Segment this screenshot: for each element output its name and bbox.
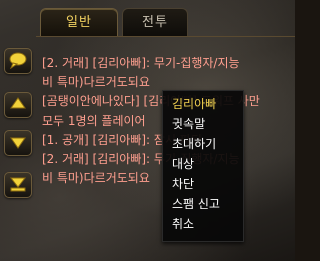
scroll-up-button[interactable] bbox=[4, 92, 32, 118]
menu-item-ignore[interactable]: 차단 bbox=[172, 175, 194, 193]
menu-item-report-spam[interactable]: 스팸 신고 bbox=[172, 195, 220, 213]
tab-combat[interactable]: 전투 bbox=[122, 8, 188, 37]
menu-item-cancel[interactable]: 취소 bbox=[172, 215, 194, 233]
arrow-up-icon bbox=[10, 97, 26, 109]
scroll-down-button[interactable] bbox=[4, 130, 32, 156]
arrow-bottom-icon bbox=[9, 177, 27, 192]
scroll-bottom-button[interactable] bbox=[4, 172, 32, 198]
menu-item-target[interactable]: 대상 bbox=[172, 155, 194, 173]
player-context-menu: 김리아빠 귓속말 초대하기 대상 차단 스팸 신고 취소 bbox=[162, 90, 244, 242]
chat-line[interactable]: [2. 거래] [김리아빠]: 무기-집행자/지능 bbox=[42, 54, 295, 73]
chat-menu-button[interactable] bbox=[4, 48, 32, 74]
menu-item-invite[interactable]: 초대하기 bbox=[172, 135, 216, 153]
tab-divider bbox=[36, 36, 295, 37]
chat-frame: 일반 전투 [2. 거래] [김리아빠]: 무기-집행자/지능 비 특마)다르거… bbox=[0, 0, 295, 261]
context-menu-title: 김리아빠 bbox=[172, 97, 217, 111]
speech-bubble-icon bbox=[9, 52, 27, 69]
tab-general[interactable]: 일반 bbox=[40, 8, 118, 37]
arrow-down-icon bbox=[10, 137, 26, 149]
menu-item-whisper[interactable]: 귓속말 bbox=[172, 115, 205, 133]
